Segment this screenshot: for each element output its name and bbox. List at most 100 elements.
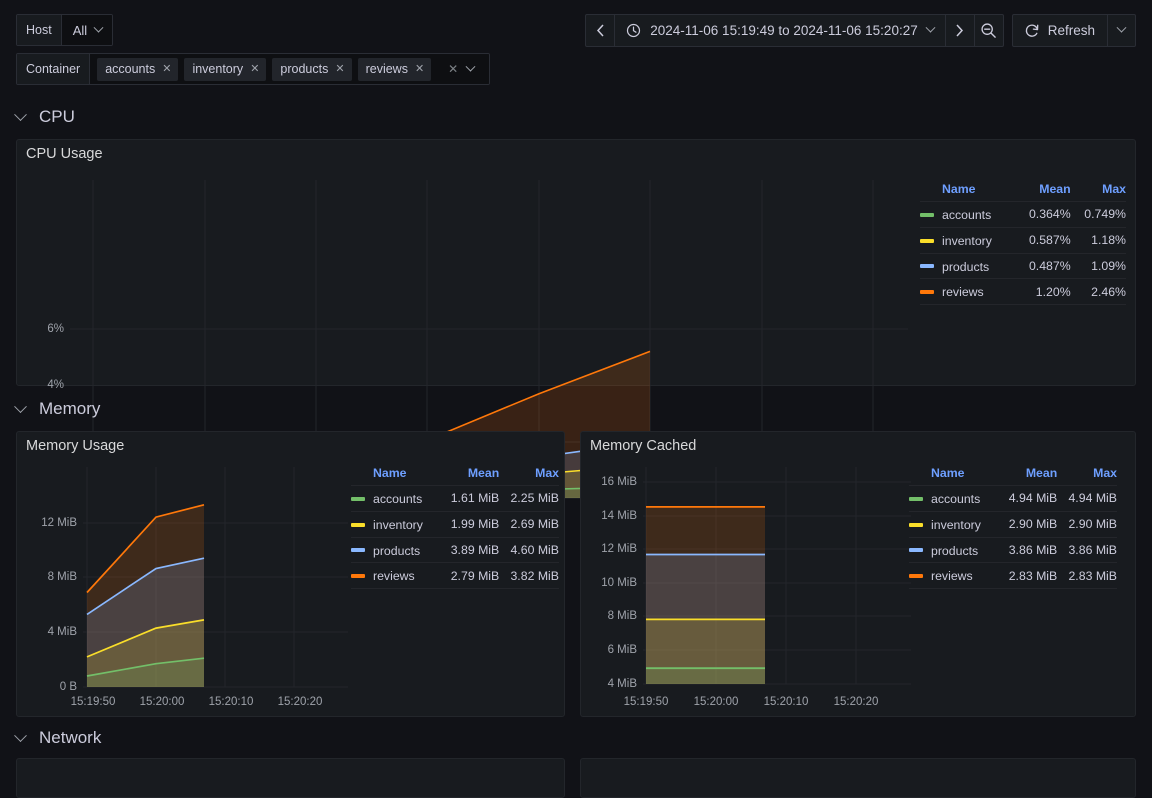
- zoom-out-button[interactable]: [975, 15, 1003, 46]
- container-variable-select[interactable]: accounts ✕ inventory ✕ products ✕ review…: [90, 54, 490, 84]
- x-axis-tick: 15:19:50: [623, 696, 669, 708]
- legend-header-max[interactable]: Max: [499, 466, 559, 486]
- pill-label: inventory: [192, 62, 244, 76]
- y-axis-tick: 4 MiB: [607, 678, 637, 690]
- legend-row[interactable]: products 3.89 MiB 4.60 MiB: [351, 536, 559, 563]
- container-pill-accounts[interactable]: accounts ✕: [97, 57, 179, 81]
- legend-header-row: Name Mean Max: [909, 466, 1117, 486]
- legend-series-name[interactable]: products: [909, 536, 998, 563]
- host-variable-label: Host: [17, 15, 62, 45]
- panel-memory-usage: Memory Usage 12 MiB 8 MiB 4 MiB 0 B 15:1…: [16, 431, 565, 717]
- y-axis-tick: 0 B: [59, 681, 77, 693]
- memory-cached-graph[interactable]: [643, 467, 911, 692]
- chevron-right-icon: [956, 24, 964, 37]
- legend-series-name[interactable]: products: [351, 536, 440, 563]
- panel-title: CPU Usage: [26, 146, 103, 162]
- container-variable-label: Container: [17, 54, 91, 84]
- legend-series-name[interactable]: reviews: [909, 562, 998, 589]
- legend-header-name[interactable]: Name: [909, 466, 998, 486]
- legend-series-name[interactable]: products: [920, 252, 1016, 279]
- chevron-down-icon: [14, 399, 27, 413]
- chevron-down-icon[interactable]: [465, 61, 476, 72]
- legend-header-max[interactable]: Max: [1071, 182, 1126, 202]
- legend-row[interactable]: reviews 2.83 MiB 2.83 MiB: [909, 562, 1117, 589]
- legend-table: Name Mean Max accounts 1.61 MiB 2.25 MiB…: [351, 466, 559, 589]
- y-axis-tick: 6 MiB: [607, 644, 637, 656]
- container-variable: Container accounts ✕ inventory ✕ product…: [16, 53, 491, 85]
- refresh-icon: [1025, 23, 1039, 37]
- y-axis-tick: 4 MiB: [47, 626, 77, 638]
- container-pill-inventory[interactable]: inventory ✕: [184, 57, 267, 81]
- panel-memory-cached: Memory Cached 16 MiB 14 MiB 12 MiB 10 Mi…: [580, 431, 1136, 717]
- y-axis-tick: 8 MiB: [607, 610, 637, 622]
- legend-series-name[interactable]: accounts: [920, 201, 1016, 228]
- series-color-swatch: [351, 522, 365, 527]
- container-variable-row: Container accounts ✕ inventory ✕ product…: [16, 53, 491, 85]
- host-variable-row: Host All: [16, 14, 114, 46]
- legend-header-mean[interactable]: Mean: [440, 466, 499, 486]
- legend-header-max[interactable]: Max: [1057, 466, 1117, 486]
- refresh-label: Refresh: [1047, 23, 1095, 38]
- container-variable-actions: ✕: [437, 61, 483, 76]
- legend-row[interactable]: accounts 0.364% 0.749%: [920, 201, 1126, 228]
- y-axis-tick: 12 MiB: [41, 517, 77, 529]
- refresh-button[interactable]: Refresh: [1013, 15, 1107, 46]
- x-axis-tick: 15:20:00: [693, 696, 739, 708]
- legend-series-name[interactable]: inventory: [920, 226, 1016, 253]
- legend-series-name[interactable]: inventory: [909, 510, 998, 537]
- memory-usage-graph[interactable]: [83, 467, 348, 692]
- legend-row[interactable]: accounts 4.94 MiB 4.94 MiB: [909, 485, 1117, 512]
- time-range-text: 2024-11-06 15:19:49 to 2024-11-06 15:20:…: [650, 23, 918, 38]
- section-header-network[interactable]: Network: [14, 728, 101, 748]
- legend-mean: 0.364%: [1015, 201, 1071, 228]
- time-shift-back-button[interactable]: [586, 15, 614, 46]
- legend-row[interactable]: inventory 0.587% 1.18%: [920, 226, 1126, 253]
- panel-title: Memory Cached: [590, 438, 697, 454]
- refresh-interval-button[interactable]: [1107, 15, 1135, 46]
- legend-row[interactable]: reviews 1.20% 2.46%: [920, 278, 1126, 305]
- y-axis-tick: 6%: [47, 323, 64, 335]
- series-color-swatch: [351, 548, 365, 553]
- section-header-memory[interactable]: Memory: [14, 399, 100, 419]
- chevron-down-icon: [14, 107, 27, 121]
- legend-max: 2.83 MiB: [1057, 562, 1117, 589]
- time-shift-forward-button[interactable]: [946, 15, 974, 46]
- host-variable-select[interactable]: All: [61, 15, 113, 45]
- legend-series-name[interactable]: reviews: [351, 562, 440, 589]
- legend-row[interactable]: inventory 1.99 MiB 2.69 MiB: [351, 510, 559, 537]
- close-icon[interactable]: ✕: [415, 63, 424, 75]
- time-controls: 2024-11-06 15:19:49 to 2024-11-06 15:20:…: [585, 14, 1136, 47]
- container-pill-reviews[interactable]: reviews ✕: [357, 57, 432, 81]
- legend-row[interactable]: products 0.487% 1.09%: [920, 252, 1126, 279]
- legend-mean: 3.86 MiB: [997, 536, 1058, 563]
- x-axis-tick: 15:20:00: [139, 696, 185, 708]
- clear-all-icon[interactable]: ✕: [448, 62, 458, 76]
- panel-title: Memory Usage: [26, 438, 125, 454]
- chevron-down-icon: [14, 728, 27, 742]
- y-axis-tick: 8 MiB: [47, 571, 77, 583]
- legend-row[interactable]: accounts 1.61 MiB 2.25 MiB: [351, 485, 559, 512]
- legend-header-mean[interactable]: Mean: [998, 466, 1057, 486]
- legend-header-name[interactable]: Name: [351, 466, 440, 486]
- legend-series-name[interactable]: inventory: [351, 510, 440, 537]
- chevron-left-icon: [596, 24, 604, 37]
- legend-series-name[interactable]: accounts: [351, 485, 440, 512]
- legend-row[interactable]: reviews 2.79 MiB 3.82 MiB: [351, 562, 559, 589]
- host-variable-value: All: [72, 22, 88, 38]
- section-header-cpu[interactable]: CPU: [14, 107, 75, 127]
- close-icon[interactable]: ✕: [162, 63, 171, 75]
- legend-mean: 2.83 MiB: [997, 562, 1058, 589]
- legend-series-name[interactable]: reviews: [920, 278, 1016, 305]
- legend-row[interactable]: inventory 2.90 MiB 2.90 MiB: [909, 510, 1117, 537]
- legend-header-name[interactable]: Name: [920, 182, 1015, 202]
- chevron-down-icon: [925, 22, 936, 33]
- legend-row[interactable]: products 3.86 MiB 3.86 MiB: [909, 536, 1117, 563]
- time-range-button[interactable]: 2024-11-06 15:19:49 to 2024-11-06 15:20:…: [615, 15, 944, 46]
- close-icon[interactable]: ✕: [250, 63, 259, 75]
- legend-cpu-usage: Name Mean Max accounts 0.364% 0.749% inv…: [920, 182, 1126, 305]
- close-icon[interactable]: ✕: [335, 63, 344, 75]
- legend-series-name[interactable]: accounts: [909, 485, 998, 512]
- container-pill-products[interactable]: products ✕: [272, 57, 352, 81]
- series-color-swatch: [909, 496, 923, 501]
- legend-header-mean[interactable]: Mean: [1015, 182, 1070, 202]
